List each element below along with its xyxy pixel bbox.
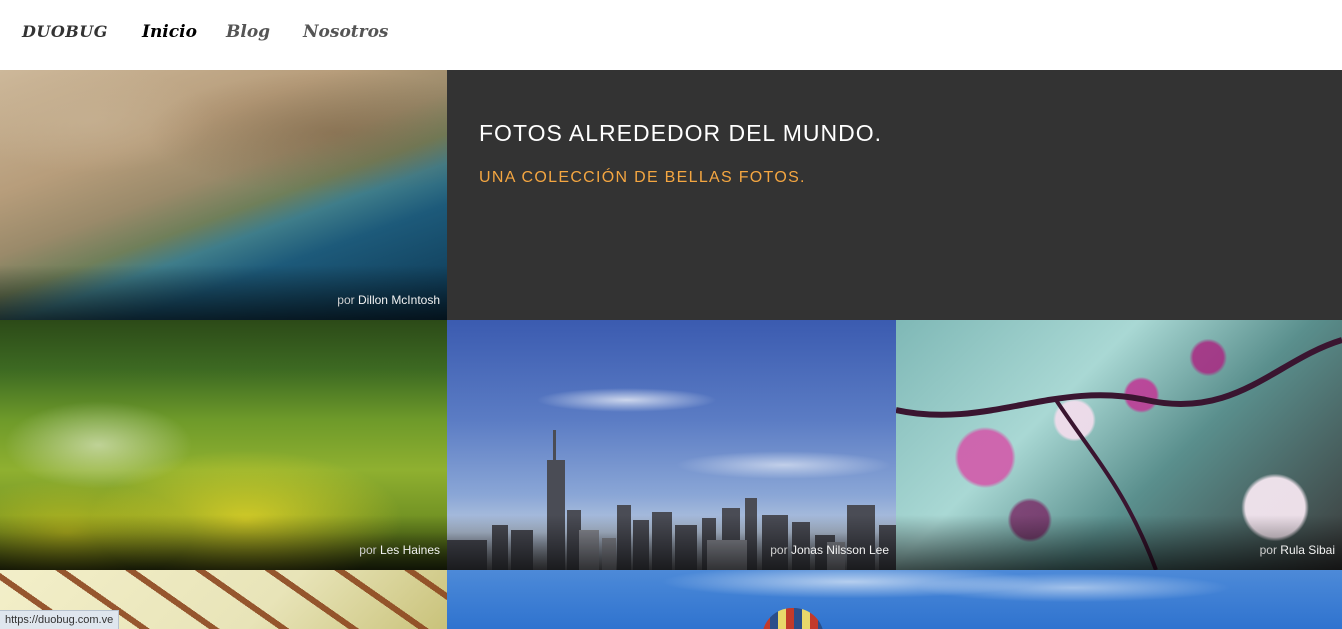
photo-tile-coast[interactable]: por Dillon McIntosh — [0, 70, 447, 320]
photo-credit: por Dillon McIntosh — [337, 293, 440, 307]
credit-author[interactable]: Les Haines — [380, 543, 440, 557]
credit-author[interactable]: Dillon McIntosh — [358, 293, 440, 307]
credit-prefix: por — [359, 543, 377, 557]
photo-tile-city[interactable]: por Jonas Nilsson Lee — [447, 320, 896, 570]
credit-author[interactable]: Rula Sibai — [1280, 543, 1335, 557]
nav-link-nosotros[interactable]: Nosotros — [303, 22, 389, 42]
photo-credit: por Jonas Nilsson Lee — [770, 543, 889, 557]
photo-tile-balloon[interactable] — [447, 570, 1342, 629]
brand-logo-link[interactable]: DUOBUG — [22, 22, 108, 41]
credit-prefix: por — [1259, 543, 1277, 557]
balloon-sky-photo — [447, 570, 1342, 629]
browser-status-url: https://duobug.com.ve — [0, 610, 120, 629]
credit-prefix: por — [770, 543, 788, 557]
credit-author[interactable]: Jonas Nilsson Lee — [791, 543, 889, 557]
nav-link-inicio[interactable]: Inicio — [142, 22, 197, 42]
credit-prefix: por — [337, 293, 355, 307]
photo-tile-blossom[interactable]: por Rula Sibai — [896, 320, 1342, 570]
site-header: DUOBUG Inicio Blog Nosotros — [0, 0, 1342, 70]
hero-panel: FOTOS ALREDEDOR DEL MUNDO. UNA COLECCIÓN… — [447, 70, 1342, 320]
photo-credit: por Rula Sibai — [1260, 543, 1335, 557]
hero-subtitle: UNA COLECCIÓN DE BELLAS FOTOS. — [479, 169, 806, 186]
nav-link-blog[interactable]: Blog — [226, 22, 270, 42]
hero-title: FOTOS ALREDEDOR DEL MUNDO. — [479, 120, 883, 146]
photo-tile-meadow[interactable]: por Les Haines — [0, 320, 447, 570]
photo-credit: por Les Haines — [359, 543, 440, 557]
